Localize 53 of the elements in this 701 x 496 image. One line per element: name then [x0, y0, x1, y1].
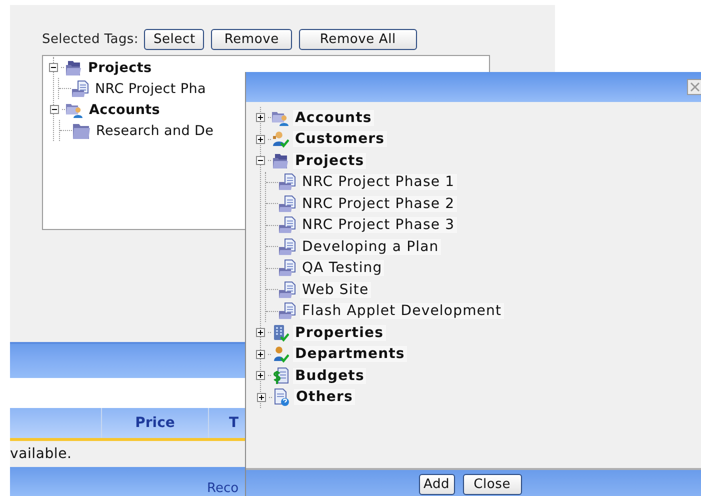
tree-item[interactable]: Research and De	[94, 122, 216, 138]
building-check-icon	[271, 324, 289, 342]
expand-icon[interactable]	[256, 113, 265, 122]
dollar-document-icon	[271, 366, 289, 385]
document-folder-icon	[278, 238, 296, 256]
tree-item[interactable]: Accounts	[87, 102, 162, 118]
tree-item[interactable]: Departments	[293, 346, 407, 362]
tree-item[interactable]: Web Site	[300, 282, 371, 298]
folder-icon	[72, 122, 90, 140]
expand-icon[interactable]	[256, 328, 265, 338]
expand-icon[interactable]	[257, 392, 266, 402]
expand-icon[interactable]	[256, 371, 265, 380]
expand-icon[interactable]	[256, 134, 265, 144]
tree-item[interactable]: NRC Project Phase 3	[300, 217, 457, 234]
document-folder-icon	[278, 216, 296, 234]
column-header[interactable]: T	[229, 415, 239, 431]
document-folder-icon	[278, 280, 296, 299]
empty-message: vailable.	[10, 446, 72, 462]
selected-tags-label: Selected Tags:	[42, 32, 138, 46]
tree-item[interactable]: NRC Project Phase 2	[300, 196, 457, 212]
document-folder-icon	[278, 302, 296, 320]
document-folder-icon	[278, 259, 296, 278]
tree-item[interactable]: Accounts	[293, 110, 374, 126]
tree-item[interactable]: Flash Applet Development	[300, 303, 504, 320]
close-button[interactable]: Close	[462, 474, 522, 495]
records-text: Reco	[207, 481, 239, 496]
collapse-icon[interactable]	[256, 156, 265, 166]
add-button[interactable]: Add	[418, 474, 455, 495]
select-button[interactable]: Select	[144, 29, 204, 50]
tree-item[interactable]: Projects	[86, 60, 154, 76]
tree-item[interactable]: Budgets	[293, 368, 366, 384]
document-folder-icon	[71, 80, 89, 98]
person-check-icon	[271, 130, 289, 148]
person-check-icon	[271, 345, 289, 364]
tree-item[interactable]: NRC Project Phase 1	[300, 174, 457, 190]
tree-item[interactable]: Properties	[293, 324, 386, 341]
tree-item[interactable]: Developing a Plan	[300, 238, 441, 255]
folder-stack-icon	[271, 152, 289, 170]
tree-item[interactable]: Projects	[293, 152, 366, 169]
tree-item[interactable]: Others	[294, 389, 355, 406]
tree-item[interactable]: NRC Project Pha	[93, 80, 208, 96]
column-header[interactable]: Price	[135, 415, 175, 431]
document-folder-icon	[278, 173, 296, 192]
remove-all-button[interactable]: Remove All	[298, 29, 417, 50]
collapse-icon[interactable]	[49, 63, 58, 72]
remove-button[interactable]: Remove	[211, 29, 292, 50]
expand-icon[interactable]	[256, 350, 265, 359]
folder-stack-icon	[64, 58, 82, 76]
tree-item[interactable]: QA Testing	[300, 260, 384, 276]
collapse-icon[interactable]	[50, 105, 59, 114]
document-folder-icon	[278, 194, 296, 213]
tree-item[interactable]: Customers	[293, 131, 387, 148]
document-question-icon	[272, 388, 290, 406]
